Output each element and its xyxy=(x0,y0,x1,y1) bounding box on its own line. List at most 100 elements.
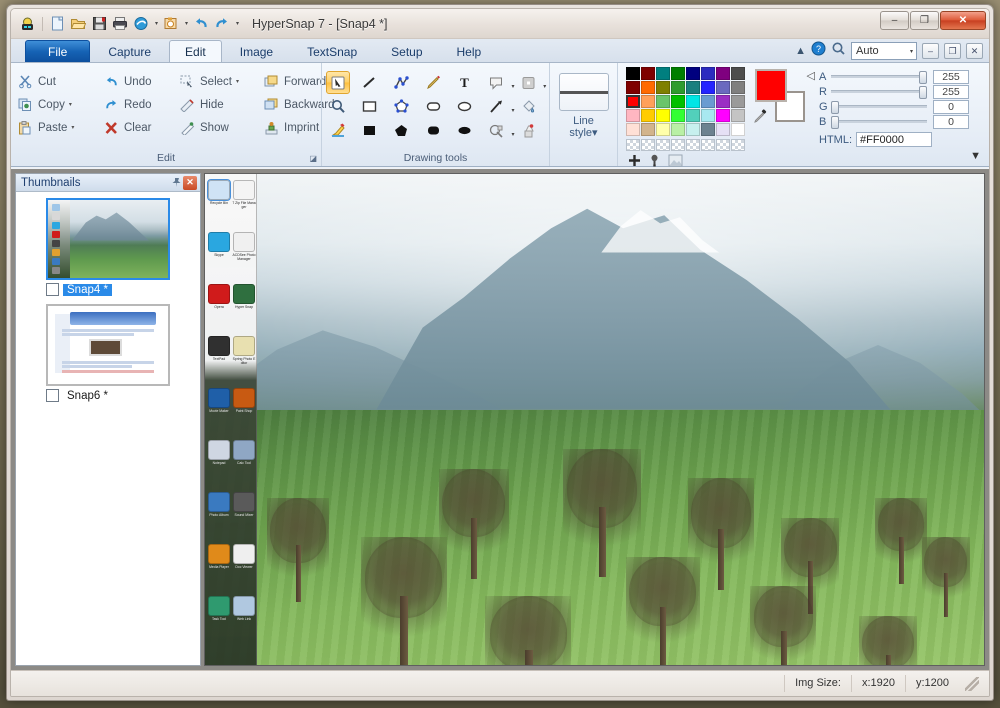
tab-file[interactable]: File xyxy=(25,40,91,62)
select-arrow-tool[interactable] xyxy=(326,71,350,94)
color-swatch[interactable] xyxy=(686,109,700,122)
list-item[interactable]: Snap4 * xyxy=(16,198,200,296)
color-swatch[interactable] xyxy=(641,81,655,94)
transparent-color-swatch[interactable] xyxy=(641,139,655,151)
swap-colors-icon[interactable]: ◁ xyxy=(807,69,815,82)
tab-help[interactable]: Help xyxy=(441,40,498,62)
color-swatch[interactable] xyxy=(701,67,715,80)
blue-slider-track[interactable] xyxy=(831,116,927,129)
search-icon[interactable] xyxy=(831,41,846,61)
line-style-preview[interactable] xyxy=(558,73,609,111)
thumbnail-preview-snap4[interactable] xyxy=(46,198,170,280)
transparent-color-swatch[interactable] xyxy=(671,139,685,151)
paste-button[interactable]: Paste ▾ xyxy=(15,116,101,139)
red-slider-row[interactable]: R 255 xyxy=(819,84,969,99)
text-tool[interactable]: T xyxy=(453,71,477,94)
line-style-button[interactable]: Line style▾ xyxy=(569,115,597,139)
thumbnail-label[interactable]: Snap6 * xyxy=(63,390,112,402)
arrow-tool[interactable] xyxy=(485,95,515,118)
mdi-close-button[interactable]: ✕ xyxy=(966,43,983,59)
transparent-color-swatch[interactable] xyxy=(626,139,640,151)
color-swatch[interactable] xyxy=(701,123,715,136)
transparent-color-swatch[interactable] xyxy=(656,139,670,151)
green-slider-thumb[interactable] xyxy=(831,101,839,114)
color-swatch[interactable] xyxy=(731,109,745,122)
capture-window-dropdown-icon[interactable]: ▾ xyxy=(152,20,161,27)
select-button[interactable]: Select ▾ xyxy=(177,70,261,93)
color-swatch[interactable] xyxy=(686,95,700,108)
fill-bucket-tool[interactable] xyxy=(516,95,540,118)
show-button[interactable]: Show xyxy=(177,116,261,139)
stamp-tool[interactable] xyxy=(485,119,515,142)
color-swatch[interactable] xyxy=(686,123,700,136)
image-canvas[interactable]: Recycle Bin 7 Zip File Manager Skype ACDSee… xyxy=(204,173,985,666)
color-swatch[interactable] xyxy=(671,123,685,136)
hide-button[interactable]: Hide xyxy=(177,93,261,116)
pencil-tool[interactable] xyxy=(421,71,445,94)
color-swatch[interactable] xyxy=(731,123,745,136)
color-swatch[interactable] xyxy=(656,95,670,108)
color-swatch[interactable] xyxy=(626,81,640,94)
print-icon[interactable] xyxy=(110,14,130,33)
eraser-tool[interactable] xyxy=(516,119,540,142)
save-icon[interactable] xyxy=(89,14,109,33)
color-swatch[interactable] xyxy=(626,109,640,122)
color-swatch[interactable] xyxy=(701,109,715,122)
color-swatch[interactable] xyxy=(656,123,670,136)
blue-slider-row[interactable]: B 0 xyxy=(819,114,969,129)
alpha-slider-thumb[interactable] xyxy=(919,71,927,84)
copy-dropdown-icon[interactable]: ▾ xyxy=(69,101,72,108)
eyedropper-icon[interactable] xyxy=(648,154,661,170)
customize-qat-icon[interactable]: ▾ xyxy=(233,20,242,27)
green-value[interactable]: 0 xyxy=(933,99,969,114)
color-swatch[interactable] xyxy=(656,109,670,122)
window-close-button[interactable]: ✕ xyxy=(940,11,986,30)
list-item[interactable]: Snap6 * xyxy=(16,304,200,402)
alpha-value[interactable]: 255 xyxy=(933,69,969,84)
hypersnap-app-icon[interactable] xyxy=(17,14,37,33)
color-swatch[interactable] xyxy=(641,123,655,136)
blue-value[interactable]: 0 xyxy=(933,114,969,129)
blue-slider-thumb[interactable] xyxy=(831,116,839,129)
filled-rounded-rect-tool[interactable] xyxy=(421,119,445,142)
color-swatch[interactable] xyxy=(641,67,655,80)
rounded-rect-tool[interactable] xyxy=(421,95,445,118)
transparent-color-swatch[interactable] xyxy=(701,139,715,151)
mdi-restore-button[interactable]: ❐ xyxy=(944,43,961,59)
transparent-color-swatch[interactable] xyxy=(686,139,700,151)
window-maximize-button[interactable]: ❐ xyxy=(910,11,939,30)
polygon-tool[interactable] xyxy=(389,95,413,118)
close-icon[interactable]: ✕ xyxy=(183,175,197,190)
undo-button[interactable]: Undo xyxy=(101,70,177,93)
red-slider-track[interactable] xyxy=(831,86,927,99)
alpha-slider-track[interactable] xyxy=(831,71,927,84)
resize-grip[interactable] xyxy=(965,676,979,691)
redo-icon[interactable] xyxy=(212,14,232,33)
clear-button[interactable]: Clear xyxy=(101,116,177,139)
red-value[interactable]: 255 xyxy=(933,84,969,99)
thumbnail-label[interactable]: Snap4 * xyxy=(63,283,112,296)
color-swatch[interactable] xyxy=(671,95,685,108)
color-swatch[interactable] xyxy=(716,67,730,80)
transparent-color-swatch[interactable] xyxy=(731,139,745,151)
copy-button[interactable]: Copy ▾ xyxy=(15,93,101,116)
palette-image-icon[interactable] xyxy=(668,154,683,170)
color-swatch[interactable] xyxy=(701,95,715,108)
redo-button[interactable]: Redo xyxy=(101,93,177,116)
pick-color-icon[interactable] xyxy=(753,109,768,127)
tab-capture[interactable]: Capture xyxy=(92,40,167,62)
ellipse-tool[interactable] xyxy=(453,95,477,118)
color-swatch[interactable] xyxy=(641,109,655,122)
color-swatch[interactable] xyxy=(626,67,640,80)
paste-dropdown-icon[interactable]: ▾ xyxy=(71,124,74,131)
foreground-color-swatch[interactable] xyxy=(755,69,787,102)
transparent-color-swatch[interactable] xyxy=(716,139,730,151)
color-swatch[interactable] xyxy=(731,95,745,108)
green-slider-row[interactable]: G 0 xyxy=(819,99,969,114)
select-dropdown-icon[interactable]: ▾ xyxy=(236,78,239,85)
thumbnail-checkbox[interactable] xyxy=(46,283,59,296)
thumbnail-preview-snap6[interactable] xyxy=(46,304,170,386)
line-style-dropdown-icon[interactable]: ▾ xyxy=(592,127,598,139)
pin-icon[interactable] xyxy=(169,176,183,190)
polyline-tool[interactable] xyxy=(389,71,413,94)
